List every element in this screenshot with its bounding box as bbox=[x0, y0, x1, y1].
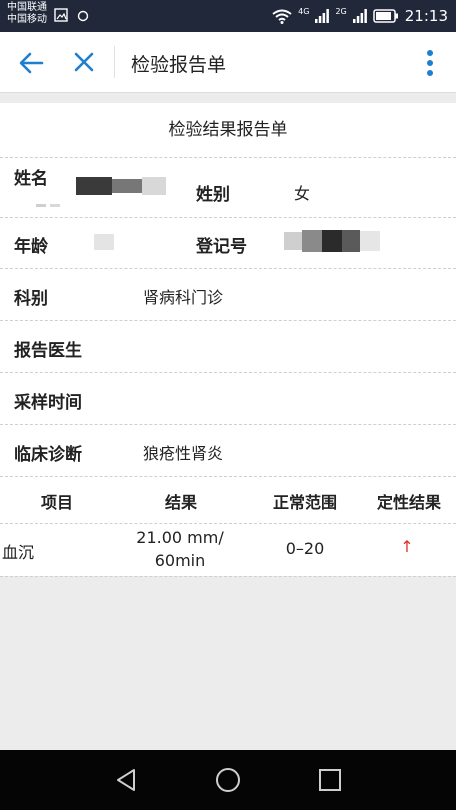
report-panel: 检验结果报告单 姓名 姓别 女 年龄 登记号 科别 肾病科门诊 报告医生 采样时… bbox=[0, 103, 456, 577]
redacted-age bbox=[94, 234, 114, 250]
header-item: 项目 bbox=[40, 493, 73, 512]
nav-recents-square-icon[interactable] bbox=[318, 767, 342, 793]
table-header-row: 项目 结果 正常范围 定性结果 bbox=[0, 476, 456, 524]
page-title: 检验报告单 bbox=[131, 54, 227, 76]
department-row: 科别 肾病科门诊 bbox=[0, 268, 456, 321]
gender-value: 女 bbox=[294, 184, 311, 203]
nav-back-triangle-icon[interactable] bbox=[114, 767, 138, 793]
row-result-value: 21.00 mm/ bbox=[136, 528, 224, 547]
sample-time-row: 采样时间 bbox=[0, 372, 456, 425]
back-arrow-icon[interactable] bbox=[18, 50, 44, 76]
image-icon bbox=[54, 8, 68, 22]
system-nav-bar bbox=[0, 750, 456, 810]
doctor-label: 报告医生 bbox=[14, 341, 82, 361]
diagnosis-value: 狼疮性肾炎 bbox=[143, 444, 224, 463]
doctor-row: 报告医生 bbox=[0, 320, 456, 373]
nav-home-circle-icon[interactable] bbox=[215, 767, 241, 793]
carrier-1: 中国联通 bbox=[7, 2, 47, 13]
more-vert-icon[interactable] bbox=[426, 49, 434, 77]
signal-icon-2 bbox=[352, 9, 367, 23]
header-range: 正常范围 bbox=[272, 493, 337, 512]
row-result-unit: 60min bbox=[154, 551, 206, 570]
app-bar-divider bbox=[114, 46, 115, 78]
report-title: 检验结果报告单 bbox=[168, 120, 288, 140]
gender-label: 姓别 bbox=[196, 185, 230, 205]
row-item: 血沉 bbox=[2, 543, 35, 562]
wifi-icon bbox=[272, 9, 292, 24]
diagnosis-row: 临床诊断 狼疮性肾炎 bbox=[0, 424, 456, 477]
carrier-2: 中国移动 bbox=[7, 14, 47, 25]
name-gender-row: 姓名 姓别 女 bbox=[0, 157, 456, 218]
diagnosis-label: 临床诊断 bbox=[14, 445, 82, 465]
sample-time-label: 采样时间 bbox=[14, 393, 82, 413]
age-reg-row: 年龄 登记号 bbox=[0, 217, 456, 269]
age-label: 年龄 bbox=[14, 237, 48, 257]
reg-label: 登记号 bbox=[196, 237, 247, 257]
app-bar: 检验报告单 bbox=[0, 32, 456, 93]
redacted-name bbox=[36, 177, 166, 207]
department-value: 肾病科门诊 bbox=[143, 288, 224, 307]
header-result: 结果 bbox=[164, 493, 197, 512]
sync-circle-icon bbox=[77, 10, 89, 22]
department-label: 科别 bbox=[14, 289, 48, 309]
header-qualitative: 定性结果 bbox=[376, 493, 441, 512]
carrier-labels: 中国联通 中国移动 bbox=[7, 2, 47, 26]
redacted-reg-number bbox=[284, 230, 380, 252]
status-indicators: 4G 2G 21:13 bbox=[272, 5, 448, 27]
row-range: 0–20 bbox=[285, 539, 325, 558]
signal-icon bbox=[315, 9, 330, 23]
network-label-1: 4G bbox=[298, 6, 310, 16]
close-icon[interactable] bbox=[72, 50, 96, 74]
network-label-2: 2G bbox=[335, 6, 347, 16]
clock: 21:13 bbox=[404, 7, 448, 25]
row-result: 21.00 mm/ 60min bbox=[110, 526, 250, 572]
battery-icon bbox=[373, 9, 398, 23]
status-bar: 中国联通 中国移动 4G 2G 21:13 bbox=[0, 0, 456, 32]
row-flag-up-arrow: ↑ bbox=[400, 537, 414, 556]
table-row: 血沉 21.00 mm/ 60min 0–20 ↑ bbox=[0, 523, 456, 577]
